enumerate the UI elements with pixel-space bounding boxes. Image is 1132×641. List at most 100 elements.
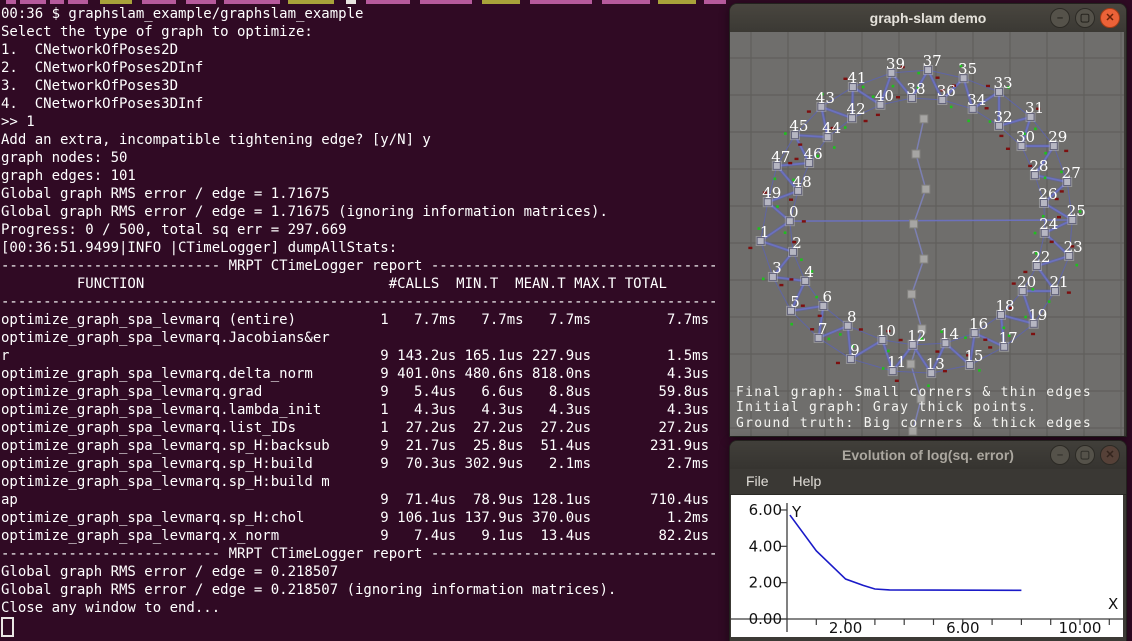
terminal-line: optimize_graph_spa_levmarq.grad 9 5.4us … bbox=[1, 383, 717, 401]
green-marker-dot bbox=[967, 120, 970, 123]
graphslam-window: graph-slam demo –▢✕ 01234567891011121314… bbox=[729, 3, 1127, 437]
green-marker-dot bbox=[774, 177, 777, 180]
tightening-edge bbox=[790, 220, 1072, 221]
red-marker-dot bbox=[859, 328, 863, 330]
terminal-line: optimize_graph_spa_levmarq.lambda_init 1… bbox=[1, 401, 717, 419]
red-marker-dot bbox=[1060, 190, 1064, 192]
terminal-line: optimize_graph_spa_levmarq.x_norm 9 7.4u… bbox=[1, 527, 717, 545]
green-marker-dot bbox=[800, 258, 803, 261]
graph-canvas[interactable]: 0123456789101112131415161718192021222324… bbox=[730, 32, 1124, 436]
minimize-button[interactable]: – bbox=[1050, 8, 1070, 28]
terminal-line: optimize_graph_spa_levmarq.sp_H:chol 9 1… bbox=[1, 509, 717, 527]
node-id-label: 3 bbox=[772, 259, 782, 277]
graph-3d-view[interactable]: 0123456789101112131415161718192021222324… bbox=[730, 32, 1124, 436]
clipped-text-fragment bbox=[658, 0, 696, 4]
node-id-label: 49 bbox=[762, 184, 781, 202]
red-marker-dot bbox=[807, 110, 811, 112]
init-graph-edge bbox=[914, 224, 924, 259]
terminal-line: optimize_graph_spa_levmarq.delta_norm 9 … bbox=[1, 365, 717, 383]
x-tick-label: 6.00 bbox=[946, 619, 979, 637]
green-marker-dot bbox=[978, 369, 981, 372]
node-id-label: 10 bbox=[877, 322, 896, 340]
red-marker-dot bbox=[1067, 291, 1071, 293]
graphslam-window-controls: –▢✕ bbox=[1050, 8, 1120, 28]
error-plot-titlebar[interactable]: Evolution of log(sq. error) –▢✕ bbox=[730, 441, 1126, 469]
node-id-label: 30 bbox=[1016, 128, 1035, 146]
node-id-label: 31 bbox=[1025, 99, 1044, 117]
clipped-text-fragment bbox=[6, 0, 16, 4]
red-marker-dot bbox=[836, 362, 840, 364]
red-marker-dot bbox=[794, 158, 798, 160]
graphslam-window-title: graph-slam demo bbox=[870, 10, 987, 26]
green-marker-dot bbox=[882, 367, 885, 370]
node-id-label: 8 bbox=[847, 308, 857, 326]
node-id-label: 45 bbox=[789, 117, 808, 135]
error-plot-window-title: Evolution of log(sq. error) bbox=[842, 447, 1014, 463]
clipped-text-fragment bbox=[420, 0, 472, 4]
terminal-line: Progress: 0 / 500, total sq err = 297.66… bbox=[1, 221, 717, 239]
red-marker-dot bbox=[1006, 148, 1010, 150]
terminal-line: optimize_graph_spa_levmarq.list_IDs 1 27… bbox=[1, 419, 717, 437]
node-id-label: 46 bbox=[804, 145, 823, 163]
node-id-label: 37 bbox=[923, 52, 942, 70]
green-marker-dot bbox=[776, 205, 779, 208]
node-id-label: 15 bbox=[964, 347, 983, 365]
node-id-label: 4 bbox=[804, 263, 814, 281]
red-marker-dot bbox=[802, 220, 806, 222]
clipped-text-fragment bbox=[704, 0, 726, 4]
node-id-label: 29 bbox=[1048, 128, 1067, 146]
terminal-line: optimize_graph_spa_levmarq.sp_H:build m bbox=[1, 473, 717, 491]
node-id-label: 6 bbox=[823, 288, 833, 306]
terminal-line: 2. CNetworkOfPoses2DInf bbox=[1, 59, 717, 77]
terminal-line: graph nodes: 50 bbox=[1, 149, 717, 167]
node-id-label: 7 bbox=[818, 320, 828, 338]
maximize-button[interactable]: ▢ bbox=[1075, 445, 1095, 465]
clipped-text-fragment bbox=[366, 0, 410, 4]
maximize-button[interactable]: ▢ bbox=[1075, 8, 1095, 28]
init-graph-edge bbox=[916, 119, 924, 154]
init-graph-edge bbox=[912, 294, 922, 329]
green-marker-dot bbox=[828, 338, 831, 341]
red-marker-dot bbox=[810, 328, 814, 330]
error-plot-canvas[interactable]: 2.006.0010.000.002.004.006.00YX bbox=[731, 495, 1123, 637]
init-graph-edge bbox=[912, 259, 924, 294]
close-button[interactable]: ✕ bbox=[1100, 445, 1120, 465]
red-marker-dot bbox=[789, 278, 793, 280]
terminal-line: FUNCTION #CALLS MIN.T MEAN.T MAX.T TOTAL bbox=[1, 275, 717, 293]
node-id-label: 21 bbox=[1049, 273, 1068, 291]
error-plot-area[interactable]: 2.006.0010.000.002.004.006.00YX bbox=[731, 495, 1123, 637]
menu-file[interactable]: File bbox=[742, 473, 773, 489]
green-marker-dot bbox=[950, 106, 953, 109]
terminal-line: [00:36:51.9499|INFO |CTimeLogger] dumpAl… bbox=[1, 239, 717, 257]
minimize-button[interactable]: – bbox=[1050, 445, 1070, 465]
graph-chord-edge bbox=[761, 241, 773, 277]
green-marker-dot bbox=[1034, 232, 1037, 235]
init-graph-point bbox=[912, 150, 920, 158]
terminal-line: 00:36 $ graphslam_example/graphslam_exam… bbox=[1, 5, 717, 23]
red-marker-dot bbox=[748, 247, 752, 249]
node-id-label: 14 bbox=[940, 325, 959, 343]
terminal-line: ----------------------------------------… bbox=[1, 293, 717, 311]
terminal-line: optimize_graph_spa_levmarq.sp_H:build 9 … bbox=[1, 455, 717, 473]
close-button[interactable]: ✕ bbox=[1100, 8, 1120, 28]
node-id-label: 35 bbox=[958, 60, 977, 78]
node-id-label: 44 bbox=[822, 119, 841, 137]
node-id-label: 40 bbox=[875, 87, 894, 105]
green-marker-dot bbox=[964, 336, 967, 339]
node-id-label: 38 bbox=[906, 80, 925, 98]
node-id-label: 23 bbox=[1064, 238, 1083, 256]
green-marker-dot bbox=[790, 323, 793, 326]
menu-help[interactable]: Help bbox=[788, 473, 825, 489]
red-marker-dot bbox=[896, 96, 900, 98]
clipped-text-fragment bbox=[346, 0, 356, 4]
red-marker-dot bbox=[801, 305, 805, 307]
node-id-label: 12 bbox=[907, 327, 926, 345]
green-marker-dot bbox=[887, 350, 890, 353]
node-id-label: 47 bbox=[771, 148, 790, 166]
node-id-label: 16 bbox=[969, 315, 988, 333]
red-marker-dot bbox=[988, 346, 992, 348]
error-plot-window: Evolution of log(sq. error) –▢✕ File Hel… bbox=[729, 440, 1127, 641]
graphslam-titlebar[interactable]: graph-slam demo –▢✕ bbox=[730, 4, 1126, 32]
red-marker-dot bbox=[986, 85, 990, 87]
clipped-text-fragment bbox=[20, 0, 46, 4]
